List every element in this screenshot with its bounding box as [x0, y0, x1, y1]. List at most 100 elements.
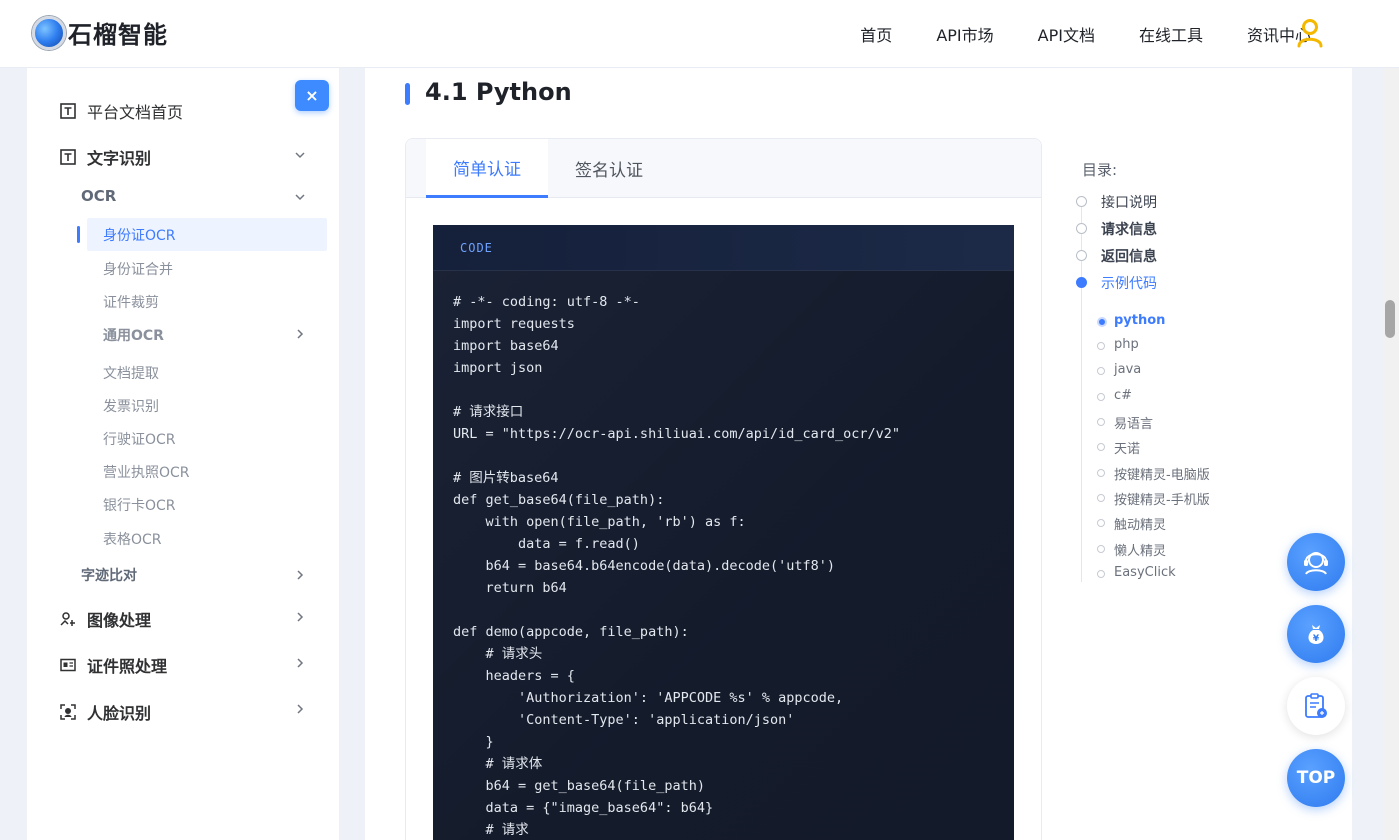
document-icon	[60, 103, 76, 119]
sidebar-item-label: 图像处理	[87, 611, 152, 630]
nav-api-market[interactable]: API市场	[936, 22, 993, 46]
user-icon[interactable]	[1297, 18, 1323, 48]
toc-label: 请求信息	[1101, 222, 1157, 238]
chevron-down-icon[interactable]	[295, 192, 305, 202]
sidebar-item-business-license[interactable]: 营业执照OCR	[103, 462, 190, 482]
chevron-down-icon[interactable]	[295, 150, 305, 160]
nav-online-tools[interactable]: 在线工具	[1139, 22, 1203, 46]
sidebar-item-bank-card[interactable]: 银行卡OCR	[103, 495, 176, 515]
toc-sub-label: java	[1114, 362, 1142, 377]
customer-service-button[interactable]	[1287, 533, 1345, 591]
toc-sub-dot-active	[1097, 317, 1107, 327]
face-scan-icon	[60, 704, 76, 720]
toc-sub-label: 触动精灵	[1114, 518, 1167, 533]
image-process-icon	[60, 612, 75, 626]
code-line: }	[453, 734, 494, 750]
chevron-right-icon[interactable]	[295, 658, 305, 668]
back-to-top-button[interactable]: TOP	[1287, 749, 1345, 807]
toc-sub-label: 懒人精灵	[1114, 544, 1167, 559]
toc-dot	[1076, 223, 1087, 234]
svg-text:¥: ¥	[1313, 634, 1320, 644]
sidebar-item-id-crop[interactable]: 证件裁剪	[103, 292, 159, 312]
document-icon	[60, 149, 76, 165]
sidebar-item-general-ocr[interactable]: 通用OCR	[103, 325, 164, 345]
sidebar-item-home[interactable]: 平台文档首页	[60, 99, 183, 123]
sidebar-item-ocr[interactable]: OCR	[81, 187, 116, 205]
sidebar-item-label: 平台文档首页	[87, 103, 184, 122]
code-line: def demo(appcode, file_path):	[453, 624, 689, 640]
headset-icon	[1304, 552, 1328, 575]
code-line: def get_base64(file_path):	[453, 492, 665, 508]
code-line: data = {"image_base64": b64}	[453, 800, 714, 816]
doc-sidebar: × 平台文档首页 文字识别 OCR 身份证OCR 身份证合并 证件裁剪 通用OC…	[27, 68, 340, 840]
sidebar-active-indicator	[77, 226, 80, 243]
code-line: with open(file_path, 'rb') as f:	[453, 514, 746, 530]
code-header: CODE	[433, 225, 1014, 271]
code-line: # 请求	[453, 822, 529, 838]
logo[interactable]: 石榴智能	[32, 15, 168, 50]
close-sidebar-button[interactable]: ×	[295, 80, 329, 111]
id-card-icon	[60, 658, 76, 672]
sidebar-item-id-photo[interactable]: 证件照处理	[60, 653, 167, 677]
code-line: # 请求体	[453, 756, 543, 772]
toc-sub-dot	[1097, 393, 1105, 401]
toc-title: 目录:	[1082, 161, 1118, 179]
nav-api-docs[interactable]: API文档	[1038, 22, 1095, 46]
chevron-right-icon[interactable]	[295, 329, 305, 339]
toc-sub-dot	[1097, 570, 1105, 578]
toc-sub-dot	[1097, 367, 1105, 375]
trial-button[interactable]	[1287, 677, 1345, 735]
code-content[interactable]: # -*- coding: utf-8 -*- import requests im…	[433, 271, 1014, 840]
toc-sub-label: c#	[1114, 388, 1133, 403]
sidebar-item-handwriting[interactable]: 字迹比对	[81, 565, 137, 585]
tab-simple-auth[interactable]: 简单认证	[426, 139, 548, 198]
toc-sub-label: 按键精灵-电脑版	[1114, 468, 1210, 483]
sidebar-item-image-processing[interactable]: 图像处理	[60, 607, 151, 631]
tab-signature-auth[interactable]: 签名认证	[548, 139, 670, 198]
toc-sub-dot	[1097, 469, 1105, 477]
logo-text: 石榴智能	[68, 21, 168, 49]
doc-main-panel: 4.1 Python 简单认证 签名认证 CODE # -*- coding: …	[365, 68, 1399, 840]
toc-sub-dot	[1097, 545, 1105, 553]
sidebar-item-text-recognition[interactable]: 文字识别	[60, 145, 151, 169]
top-label: TOP	[1296, 768, 1336, 788]
sidebar-item-doc-extract[interactable]: 文档提取	[103, 363, 159, 383]
toc-sub-label: 易语言	[1114, 417, 1154, 432]
code-line: return b64	[453, 580, 567, 596]
sidebar-item-face[interactable]: 人脸识别	[60, 700, 151, 724]
nav-home[interactable]: 首页	[860, 22, 892, 46]
money-bag-icon: ¥	[1308, 625, 1324, 644]
code-line: data = f.read()	[453, 536, 640, 552]
toc-sub-label: php	[1114, 337, 1139, 352]
sidebar-item-invoice[interactable]: 发票识别	[103, 396, 159, 416]
toc-sub-label: EasyClick	[1114, 565, 1176, 580]
pricing-button[interactable]: ¥	[1287, 605, 1345, 663]
chevron-right-icon[interactable]	[295, 612, 305, 622]
code-line: import json	[453, 360, 543, 376]
top-header: 石榴智能 首页 API市场 API文档 在线工具 资讯中心	[0, 0, 1399, 68]
toc-sub-dot	[1097, 519, 1105, 527]
sidebar-item-driving-license[interactable]: 行驶证OCR	[103, 429, 176, 449]
main-nav: 首页 API市场 API文档 在线工具 资讯中心	[816, 0, 1311, 68]
sidebar-item-table-ocr[interactable]: 表格OCR	[103, 529, 162, 549]
chevron-right-icon[interactable]	[295, 570, 305, 580]
code-line: import base64	[453, 338, 559, 354]
toc-dot-active	[1076, 277, 1087, 288]
toc-sub-label: 天诺	[1114, 442, 1141, 457]
tabs-header: 简单认证 签名认证	[406, 139, 1041, 198]
chevron-right-icon[interactable]	[295, 704, 305, 714]
sidebar-item-id-card-merge[interactable]: 身份证合并	[103, 259, 173, 279]
toc-sub-dot	[1097, 418, 1105, 426]
toc-sub-dot	[1097, 342, 1105, 350]
toc-label: 接口说明	[1101, 195, 1157, 211]
toc-dot	[1076, 250, 1087, 261]
page-scrollbar[interactable]	[1383, 68, 1399, 840]
toc-dot	[1076, 196, 1087, 207]
code-line: # 图片转base64	[453, 470, 559, 486]
sidebar-item-id-card-ocr[interactable]: 身份证OCR	[103, 225, 176, 245]
code-block[interactable]: CODE # -*- coding: utf-8 -*- import reque…	[433, 225, 1014, 840]
page-scrollbar-thumb[interactable]	[1385, 300, 1395, 338]
code-line: # 请求接口	[453, 404, 524, 420]
